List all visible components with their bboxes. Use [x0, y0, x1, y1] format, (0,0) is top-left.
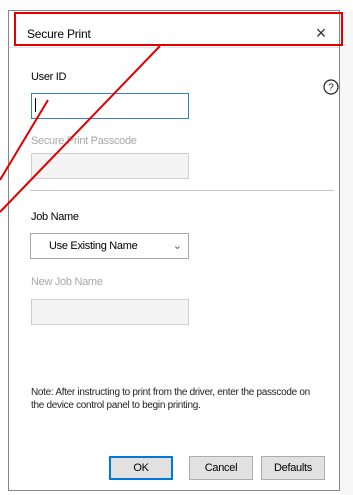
note-text: Note: After instructing to print from th… — [31, 387, 310, 411]
cancel-button[interactable]: Cancel — [189, 456, 253, 480]
new-job-name-label: New Job Name — [31, 276, 103, 288]
user-id-label: User ID — [31, 71, 67, 83]
user-id-input[interactable] — [31, 93, 189, 119]
help-icon[interactable]: ? — [323, 79, 339, 95]
title-highlight-box — [14, 12, 343, 46]
section-divider — [30, 190, 334, 191]
svg-text:?: ? — [328, 83, 334, 94]
job-name-label: Job Name — [31, 211, 79, 223]
defaults-button[interactable]: Defaults — [261, 456, 325, 480]
text-caret — [35, 98, 36, 112]
passcode-label: Secure Print Passcode — [31, 135, 137, 147]
background-window-edge — [340, 10, 353, 495]
passcode-input[interactable] — [31, 153, 189, 179]
job-name-selected-value: Use Existing Name — [49, 240, 138, 252]
ok-button[interactable]: OK — [109, 456, 173, 480]
job-name-select[interactable]: Use Existing Name ⌄ — [30, 233, 189, 259]
new-job-name-input[interactable] — [31, 299, 189, 325]
chevron-down-icon: ⌄ — [172, 240, 182, 252]
